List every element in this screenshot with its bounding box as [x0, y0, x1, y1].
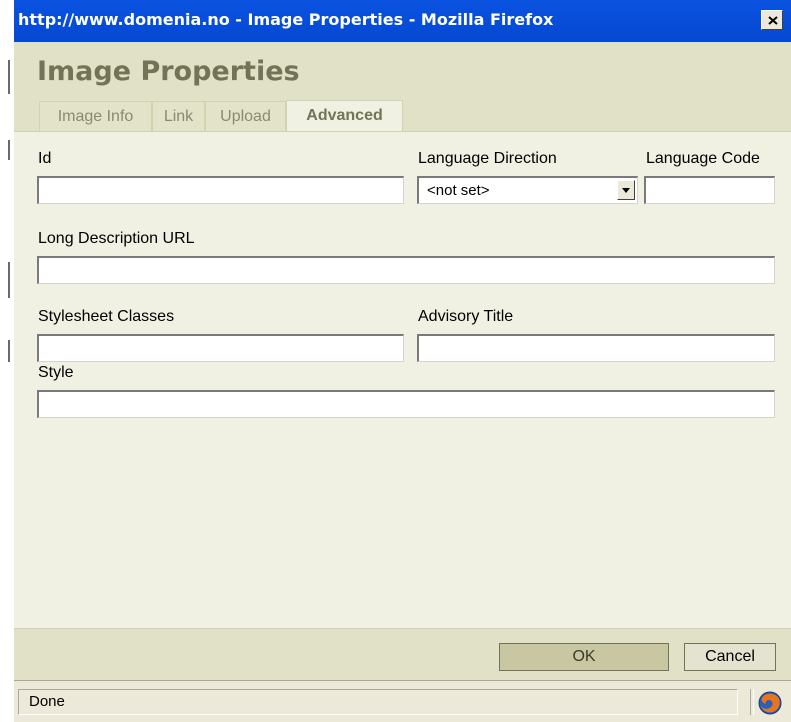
stylesheet-classes-input[interactable] [37, 334, 404, 362]
close-button[interactable] [761, 10, 783, 30]
window-titlebar[interactable]: http://www.domenia.no - Image Properties… [14, 0, 791, 42]
tab-upload[interactable]: Upload [205, 101, 286, 133]
firefox-icon[interactable] [758, 691, 782, 715]
style-input[interactable] [37, 390, 775, 418]
tab-advanced[interactable]: Advanced [286, 100, 403, 133]
cancel-button[interactable]: Cancel [684, 643, 776, 671]
dialog-footer: OK Cancel [14, 628, 791, 680]
dialog-header: Image Properties Image Info Link Upload … [14, 42, 791, 133]
status-bar: Done [14, 680, 791, 722]
dropdown-button[interactable] [617, 180, 635, 200]
advisory-title-label: Advisory Title [418, 308, 514, 325]
language-direction-label: Language Direction [418, 150, 557, 167]
edge-mark [8, 340, 10, 362]
window-title: http://www.domenia.no - Image Properties… [18, 10, 554, 29]
advisory-title-input[interactable] [417, 334, 775, 362]
long-description-url-label: Long Description URL [38, 230, 195, 247]
chevron-down-icon [622, 188, 630, 193]
language-code-input[interactable] [644, 176, 775, 204]
dialog-title: Image Properties [37, 56, 300, 87]
edge-mark [8, 60, 10, 94]
close-icon [768, 16, 778, 25]
language-code-label: Language Code [646, 150, 760, 167]
status-text: Done [18, 689, 738, 715]
tab-image-info[interactable]: Image Info [39, 101, 152, 133]
id-input[interactable] [37, 176, 404, 204]
edge-mark [8, 140, 10, 160]
language-direction-value: <not set> [427, 182, 490, 199]
id-label: Id [38, 150, 52, 167]
ok-button[interactable]: OK [499, 643, 669, 671]
status-separator [750, 689, 754, 715]
advanced-panel: Id Language Direction <not set> Language… [14, 132, 791, 628]
style-label: Style [38, 364, 74, 381]
language-direction-select[interactable]: <not set> [417, 176, 638, 204]
stylesheet-classes-label: Stylesheet Classes [38, 308, 175, 325]
tab-link[interactable]: Link [152, 101, 205, 133]
background-window-edge [0, 0, 14, 722]
firefox-window: http://www.domenia.no - Image Properties… [14, 0, 791, 722]
edge-mark [8, 262, 10, 298]
long-description-url-input[interactable] [37, 256, 775, 284]
